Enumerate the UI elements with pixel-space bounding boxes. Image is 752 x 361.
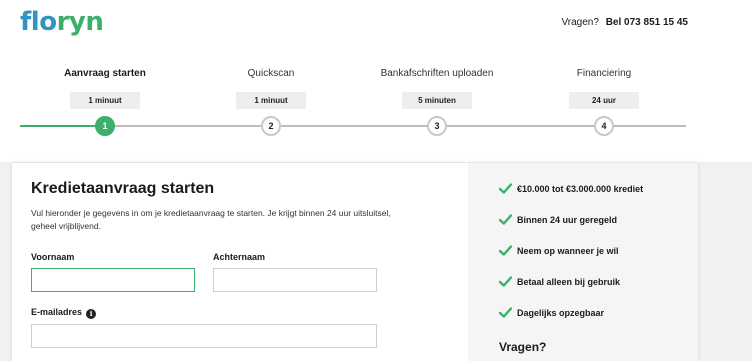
benefits-sidebar: €10.000 tot €3.000.000 krediet Binnen 24… — [468, 163, 698, 361]
floryn-logo[interactable]: floryn — [20, 7, 104, 37]
step-3-indicator: 3 — [427, 116, 447, 136]
step-1: Aanvraag starten 1 minuut — [35, 68, 175, 109]
last-name-label: Achternaam — [213, 252, 266, 262]
usp-item: Binnen 24 uur geregeld — [499, 214, 617, 225]
info-icon[interactable]: i — [86, 309, 97, 319]
check-icon — [499, 214, 512, 225]
usp-item: Dagelijks opzegbaar — [499, 307, 604, 318]
check-icon — [499, 307, 512, 318]
step-title: Aanvraag starten — [64, 68, 146, 79]
step-2-indicator: 2 — [261, 116, 281, 136]
application-form: Kredietaanvraag starten Vul hieronder je… — [12, 163, 468, 361]
usp-label: Dagelijks opzegbaar — [517, 307, 605, 318]
top-header: floryn Vragen? Bel 073 851 15 45 — [0, 0, 752, 48]
phone-link[interactable]: Bel 073 851 15 45 — [606, 17, 688, 28]
step-4-indicator: 4 — [594, 116, 614, 136]
questions-heading: Vragen? — [499, 340, 547, 354]
usp-item: €10.000 tot €3.000.000 krediet — [499, 183, 643, 194]
step-title: Bankafschriften uploaden — [380, 68, 494, 79]
step-1-indicator: 1 — [95, 116, 115, 136]
check-icon — [499, 183, 512, 194]
step-duration: 24 uur — [569, 92, 639, 109]
check-icon — [499, 276, 512, 287]
usp-label: Binnen 24 uur geregeld — [517, 214, 618, 225]
form-intro: Vul hieronder je gegevens in om je kredi… — [31, 208, 391, 231]
progress-stepper: Aanvraag starten 1 minuut Quickscan 1 mi… — [0, 48, 752, 162]
progress-track — [20, 125, 686, 127]
email-label: E-mailadres — [31, 307, 83, 317]
last-name-input[interactable] — [213, 268, 377, 292]
step-2: Quickscan 1 minuut — [201, 68, 341, 109]
progress-track-fill — [20, 125, 105, 127]
step-title: Financiering — [576, 68, 632, 79]
usp-label: Neem op wanneer je wil — [517, 245, 619, 256]
step-3: Bankafschriften uploaden 5 minuten — [367, 68, 507, 109]
check-icon — [499, 245, 512, 256]
step-4: Financiering 24 uur — [534, 68, 674, 109]
first-name-label: Voornaam — [31, 252, 75, 262]
application-card: Kredietaanvraag starten Vul hieronder je… — [12, 163, 698, 361]
step-duration: 1 minuut — [236, 92, 306, 109]
form-title: Kredietaanvraag starten — [31, 180, 215, 197]
step-duration: 1 minuut — [70, 92, 140, 109]
question-label: Vragen? — [561, 17, 599, 28]
usp-label: €10.000 tot €3.000.000 krediet — [517, 183, 644, 194]
first-name-input[interactable] — [31, 268, 195, 292]
usp-item: Neem op wanneer je wil — [499, 245, 619, 256]
usp-label: Betaal alleen bij gebruik — [517, 276, 621, 287]
usp-item: Betaal alleen bij gebruik — [499, 276, 620, 287]
step-title: Quickscan — [247, 68, 295, 79]
step-duration: 5 minuten — [402, 92, 472, 109]
contact-info: Vragen? Bel 073 851 15 45 — [561, 17, 688, 28]
email-input[interactable] — [31, 324, 377, 348]
email-label-row: E-mailadres i — [31, 307, 97, 319]
